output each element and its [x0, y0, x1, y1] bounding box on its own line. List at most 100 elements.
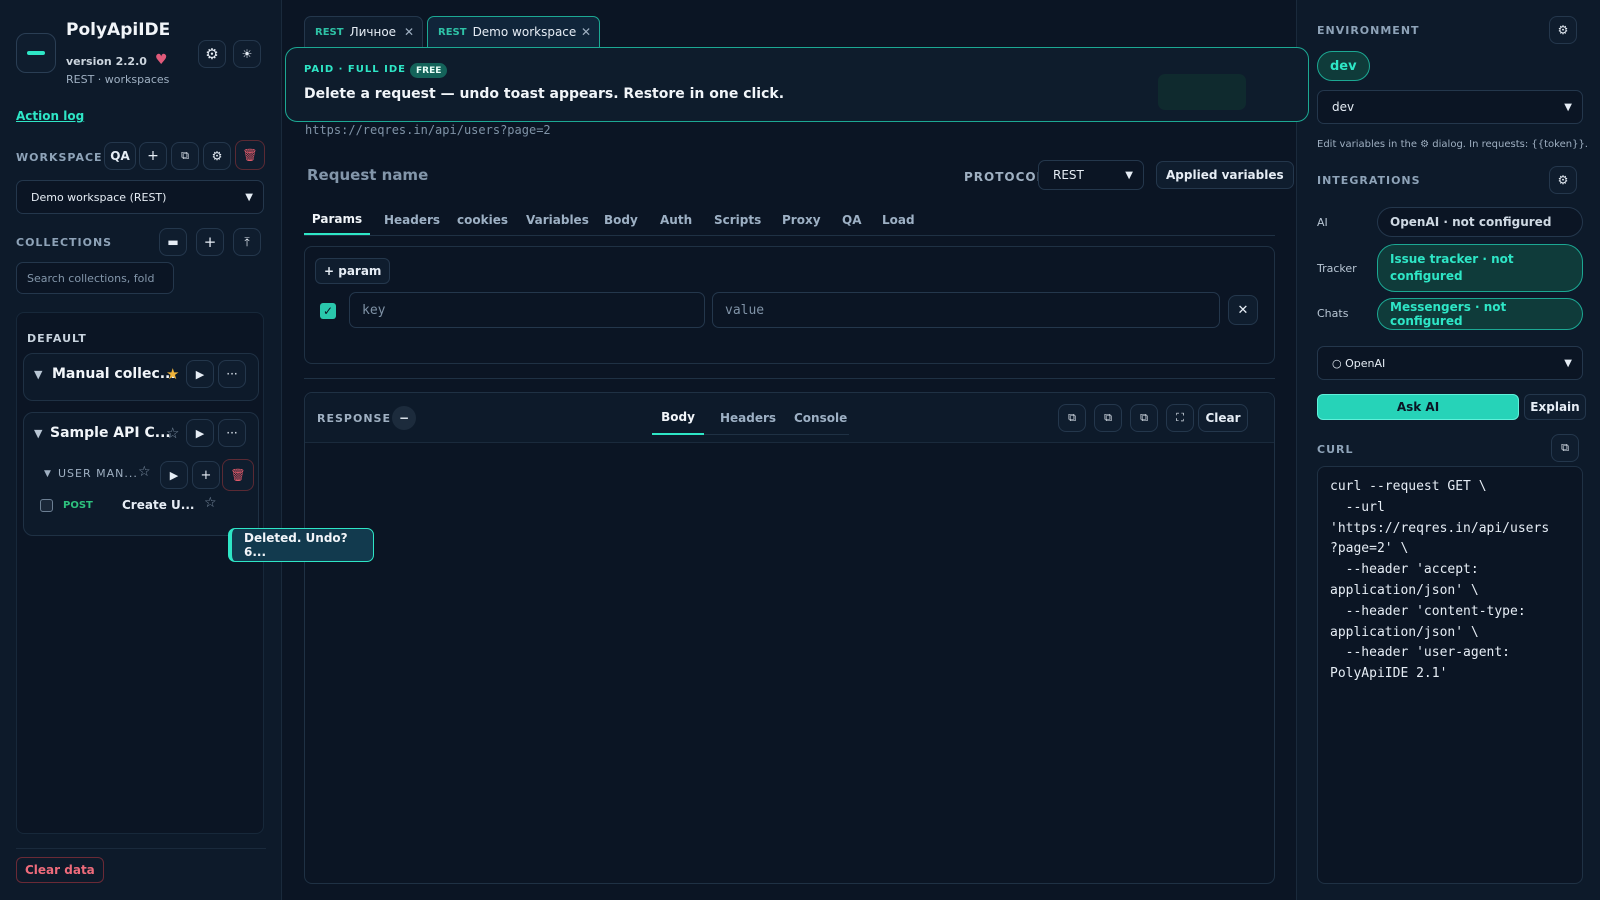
param-enabled-checkbox[interactable]: ✓	[320, 303, 336, 319]
tab-params[interactable]: Params	[304, 205, 370, 235]
ai-provider-select[interactable]: ○ OpenAI ▼	[1317, 346, 1583, 380]
copy-icon: ⧉	[1068, 411, 1076, 424]
collapse-response-button[interactable]: −	[392, 406, 416, 430]
chevron-down-icon: ▼	[34, 368, 43, 381]
add-collection-button[interactable]: +	[196, 228, 224, 256]
request-checkbox[interactable]	[40, 499, 53, 512]
tab-demo-workspace[interactable]: REST Demo workspace ✕	[427, 16, 600, 47]
workspace-select[interactable]: Demo workspace (REST) ▼	[16, 180, 264, 214]
integration-name: AI	[1317, 216, 1328, 229]
copy-headers-button[interactable]: ⧉	[1094, 404, 1122, 432]
star-outline-icon[interactable]: ☆	[138, 464, 151, 480]
fullscreen-button[interactable]: ⛶	[1166, 404, 1194, 432]
tab-headers[interactable]: Headers	[384, 205, 440, 235]
tab-auth[interactable]: Auth	[660, 205, 692, 235]
param-value-input[interactable]: value	[712, 292, 1220, 328]
request-name-input[interactable]: Request name	[307, 166, 428, 184]
run-collection-button[interactable]: ▶	[186, 419, 214, 447]
url-input[interactable]: https://reqres.in/api/users?page=2	[305, 123, 551, 137]
sidebar: PolyApiIDE version 2.2.0 ♥ REST · worksp…	[0, 0, 282, 900]
logo-bar-icon	[27, 51, 45, 55]
run-collection-button[interactable]: ▶	[186, 360, 214, 388]
delete-workspace-button[interactable]: 🗑	[235, 140, 265, 170]
tab-response-headers[interactable]: Headers	[720, 401, 776, 435]
curl-text: curl --request GET \ --url 'https://reqr…	[1330, 479, 1550, 682]
environment-select-value: dev	[1332, 100, 1355, 114]
remove-param-button[interactable]: ✕	[1228, 295, 1258, 325]
collections-search-input[interactable]: Search collections, fold	[16, 262, 174, 294]
settings-button[interactable]: ⚙	[198, 40, 226, 68]
close-icon: ✕	[1237, 302, 1249, 318]
tab-response-console[interactable]: Console	[794, 401, 847, 435]
integration-tracker-button[interactable]: Issue tracker · not configured	[1377, 244, 1583, 292]
copy-icon: ⧉	[1140, 411, 1148, 424]
protocol-select[interactable]: REST ▼	[1038, 160, 1144, 190]
tab-personal[interactable]: REST Личное ✕	[304, 16, 423, 47]
clear-response-button[interactable]: Clear	[1198, 404, 1248, 432]
collection-menu-button[interactable]: ···	[218, 419, 246, 447]
tab-proxy[interactable]: Proxy	[782, 205, 821, 235]
clear-data-button[interactable]: Clear data	[16, 857, 104, 883]
collection-name: Manual collec...	[52, 366, 176, 382]
run-folder-button[interactable]: ▶	[160, 461, 188, 489]
send-button[interactable]	[1158, 74, 1246, 110]
copy-icon: ⧉	[181, 149, 189, 162]
environment-settings-button[interactable]: ⚙	[1549, 16, 1577, 44]
explain-button[interactable]: Explain	[1524, 394, 1586, 420]
chevron-down-icon: ▼	[1564, 357, 1572, 369]
import-button[interactable]: ⤒	[233, 228, 261, 256]
copy-all-button[interactable]: ⧉	[1130, 404, 1158, 432]
tab-qa[interactable]: QA	[842, 205, 862, 235]
close-icon[interactable]: ✕	[404, 25, 414, 39]
splitter[interactable]	[304, 378, 1275, 379]
more-icon: ···	[226, 367, 238, 381]
trash-icon: 🗑	[242, 148, 258, 162]
theme-toggle-button[interactable]: ☀	[233, 40, 261, 68]
integration-chats-button[interactable]: Messengers · not configured	[1377, 298, 1583, 330]
star-filled-icon[interactable]: ★	[166, 365, 179, 383]
collection-item[interactable]: ▼ Sample API C... ☆ ▶ ··· ▼ USER MAN... …	[23, 412, 259, 536]
integration-name: Chats	[1317, 307, 1349, 320]
star-outline-icon[interactable]: ☆	[204, 495, 217, 511]
add-workspace-button[interactable]: +	[139, 142, 167, 170]
tab-body[interactable]: Body	[604, 205, 638, 235]
param-key-input[interactable]: key	[349, 292, 705, 328]
main-panel: REST Личное ✕ REST Demo workspace ✕ PAID…	[283, 0, 1309, 900]
tab-protocol: REST	[438, 26, 467, 38]
workspace-badge[interactable]: QA	[104, 142, 136, 170]
close-icon[interactable]: ✕	[581, 25, 591, 39]
ask-ai-button[interactable]: Ask AI	[1317, 394, 1519, 420]
tab-load[interactable]: Load	[882, 205, 915, 235]
workspace-settings-button[interactable]: ⚙	[203, 142, 231, 170]
applied-variables-button[interactable]: Applied variables	[1156, 161, 1294, 189]
action-log-link[interactable]: Action log	[16, 109, 84, 123]
copy-response-button[interactable]: ⧉	[1058, 404, 1086, 432]
collection-menu-button[interactable]: ···	[218, 360, 246, 388]
workspace-label: WORKSPACE	[16, 151, 103, 164]
add-param-button[interactable]: + param	[315, 258, 391, 284]
tab-variables[interactable]: Variables	[526, 205, 589, 235]
request-name[interactable]: Create U...	[122, 498, 194, 512]
tab-cookies[interactable]: cookies	[457, 205, 508, 235]
collection-name: Sample API C...	[50, 425, 171, 441]
copy-curl-button[interactable]: ⧉	[1551, 434, 1579, 462]
tab-scripts[interactable]: Scripts	[714, 205, 761, 235]
app-subtitle: REST · workspaces	[66, 73, 170, 86]
collection-item[interactable]: ▼ Manual collec... ★ ▶ ···	[23, 353, 259, 401]
integrations-settings-button[interactable]: ⚙	[1549, 166, 1577, 194]
star-outline-icon[interactable]: ☆	[166, 424, 179, 442]
new-folder-button[interactable]: ▬	[159, 228, 187, 256]
gear-icon: ⚙	[205, 45, 219, 63]
undo-toast[interactable]: Deleted. Undo? 6...	[228, 528, 374, 562]
environment-select[interactable]: dev ▼	[1317, 90, 1583, 124]
delete-folder-button[interactable]: 🗑	[222, 459, 254, 491]
integration-ai-button[interactable]: OpenAI · not configured	[1377, 207, 1583, 237]
tab-response-body[interactable]: Body	[652, 401, 704, 435]
duplicate-workspace-button[interactable]: ⧉	[171, 142, 199, 170]
add-request-button[interactable]: +	[192, 461, 220, 489]
environment-label: ENVIRONMENT	[1317, 24, 1420, 37]
play-icon: ▶	[195, 367, 205, 381]
active-environment-badge[interactable]: dev	[1317, 51, 1370, 81]
plus-icon: +	[200, 467, 212, 483]
tab-label: Demo workspace	[472, 25, 577, 39]
